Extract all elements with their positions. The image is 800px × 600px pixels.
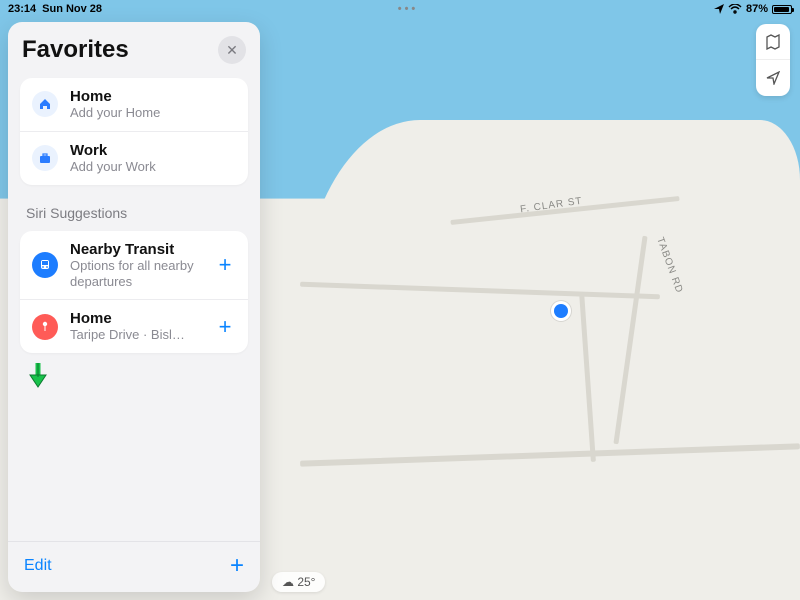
list-item-subtitle: Add your Work bbox=[70, 159, 236, 175]
home-icon bbox=[32, 91, 58, 117]
list-item-title: Work bbox=[70, 142, 236, 159]
close-icon: ✕ bbox=[226, 42, 238, 59]
landmass bbox=[300, 120, 800, 600]
favorites-panel: Favorites ✕ Home Add your Home Work Add … bbox=[8, 22, 260, 592]
favorite-work-row[interactable]: Work Add your Work bbox=[20, 131, 248, 185]
location-services-icon bbox=[714, 4, 724, 14]
weather-text: ☁ 25° bbox=[282, 575, 315, 589]
close-button[interactable]: ✕ bbox=[218, 36, 246, 64]
panel-title: Favorites bbox=[22, 36, 218, 64]
map-controls bbox=[756, 24, 790, 96]
list-item-subtitle: Add your Home bbox=[70, 105, 236, 121]
map-mode-button[interactable] bbox=[756, 24, 790, 60]
list-item-subtitle: Taripe Drive · Bisl… bbox=[70, 327, 202, 343]
user-location-dot bbox=[554, 304, 568, 318]
plus-icon: + bbox=[219, 252, 232, 277]
pin-icon bbox=[32, 314, 58, 340]
edit-button[interactable]: Edit bbox=[24, 557, 230, 575]
map-locate-button[interactable] bbox=[756, 60, 790, 96]
siri-suggestions-card: Nearby Transit Options for all nearby de… bbox=[20, 231, 248, 353]
list-item-title: Home bbox=[70, 310, 202, 327]
favorite-home-row[interactable]: Home Add your Home bbox=[20, 78, 248, 131]
plus-icon: + bbox=[230, 552, 244, 579]
list-item-title: Home bbox=[70, 88, 236, 105]
list-item-subtitle: Options for all nearby departures bbox=[70, 258, 202, 289]
map-mode-icon bbox=[765, 34, 781, 50]
favorites-card: Home Add your Home Work Add your Work bbox=[20, 78, 248, 185]
briefcase-icon bbox=[32, 145, 58, 171]
status-date: Sun Nov 28 bbox=[42, 3, 102, 15]
plus-icon: + bbox=[219, 314, 232, 339]
add-favorite-button[interactable]: + bbox=[230, 552, 244, 580]
status-bar: 23:14 Sun Nov 28 ••• 87% bbox=[0, 0, 800, 18]
suggestion-home-row[interactable]: Home Taripe Drive · Bisl… + bbox=[20, 299, 248, 353]
battery-icon bbox=[772, 5, 792, 14]
siri-suggestions-label: Siri Suggestions bbox=[8, 191, 260, 225]
list-item-title: Nearby Transit bbox=[70, 241, 202, 258]
add-suggestion-button[interactable]: + bbox=[214, 252, 236, 278]
multitask-handle[interactable]: ••• bbox=[102, 3, 714, 15]
weather-chip[interactable]: ☁ 25° bbox=[272, 572, 325, 592]
locate-icon bbox=[766, 71, 780, 85]
add-suggestion-button[interactable]: + bbox=[214, 314, 236, 340]
panel-footer: Edit + bbox=[8, 541, 260, 592]
status-time: 23:14 bbox=[8, 3, 36, 15]
battery-percent: 87% bbox=[746, 3, 768, 15]
transit-icon bbox=[32, 252, 58, 278]
suggestion-nearby-transit-row[interactable]: Nearby Transit Options for all nearby de… bbox=[20, 231, 248, 299]
wifi-icon bbox=[728, 4, 742, 14]
